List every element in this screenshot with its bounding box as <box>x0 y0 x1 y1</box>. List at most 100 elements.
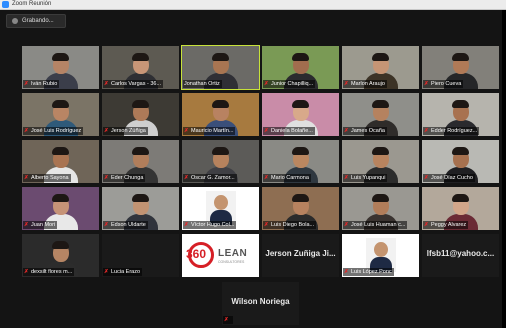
participant-name-label: ✗ Peggy Alvarez <box>423 221 469 229</box>
person-hair <box>52 53 69 61</box>
participant-name: Carlos Vargas - 36... <box>111 81 162 87</box>
person-hair <box>292 53 309 61</box>
participant-tile[interactable]: ✗ James Ocaña <box>342 93 419 136</box>
profile-photo <box>205 191 236 225</box>
participant-tile[interactable]: ✗ Marlon Araujo <box>342 46 419 89</box>
person-hair <box>292 194 309 202</box>
person-hair <box>372 194 389 202</box>
muted-mic-icon: ✗ <box>24 128 29 134</box>
participant-tile[interactable]: ✗ Luis López Ponc <box>342 234 419 277</box>
participant-name-label: ✗ Daniela Bolañe... <box>263 127 315 135</box>
muted-mic-icon: ✗ <box>24 175 29 181</box>
participant-tile[interactable]: ✗ Edder Rodríguez... <box>422 93 499 136</box>
participant-tile[interactable]: ✗ Víctor Hugo Col... <box>182 187 259 230</box>
window-titlebar: Zoom Reunión <box>0 0 506 10</box>
participant-tile[interactable]: ✗ Junior Chapilliq... <box>262 46 339 89</box>
participant-tile[interactable]: ✗ Daniela Bolañe... <box>262 93 339 136</box>
logo-word: LEAN <box>218 248 248 259</box>
participant-tile[interactable]: ✗ Mauricio Martín... <box>182 93 259 136</box>
participant-name: José Díaz Cucho <box>431 175 473 181</box>
participant-name: Jonathan Ortiz <box>184 81 220 87</box>
participant-tile[interactable]: ✗ Mario Carmona <box>262 140 339 183</box>
participant-display-name: Wilson Noriega <box>231 297 290 306</box>
participant-tile[interactable]: ✗ Edson Uldarte <box>102 187 179 230</box>
muted-mic-icon: ✗ <box>264 222 269 228</box>
muted-mic-icon: ✗ <box>184 222 189 228</box>
participant-name: Jerson Zúñiga <box>111 128 146 134</box>
muted-mic-icon: ✗ <box>224 317 229 323</box>
participant-name: Mario Carmona <box>271 175 309 181</box>
participant-tile[interactable]: Jonathan Ortiz <box>181 45 260 90</box>
participant-name-label: ✗ Mauricio Martín... <box>183 127 236 135</box>
recording-indicator[interactable]: Grabando... <box>6 14 66 28</box>
participant-tile[interactable]: ✗ José Luis Rodríguez <box>22 93 99 136</box>
recording-label: Grabando... <box>22 18 54 24</box>
muted-mic-icon: ✗ <box>24 222 29 228</box>
muted-mic-icon: ✗ <box>344 175 349 181</box>
participant-name: Alberto Sayona <box>31 175 69 181</box>
person-hair <box>132 194 149 202</box>
participant-tile[interactable]: 360 LEAN CONSULTORES <box>182 234 259 277</box>
recording-dot-icon <box>12 18 18 24</box>
participant-tile[interactable]: ✗ dexsilt flores m... <box>22 234 99 277</box>
participant-tile[interactable]: Wilson Noriega ✗ <box>222 282 299 325</box>
participant-tile[interactable]: lfsb11@yahoo.c... <box>422 234 499 277</box>
participant-name-label: ✗ Junior Chapilliq... <box>263 80 316 88</box>
participant-tile[interactable]: ✗ Carlos Vargas - 36... <box>102 46 179 89</box>
person-hair <box>452 100 469 108</box>
participant-name-label: ✗ Alberto Sayona <box>23 174 71 182</box>
participant-tile[interactable]: Jerson Zuñiga Ji... <box>262 234 339 277</box>
muted-mic-icon: ✗ <box>344 222 349 228</box>
participant-name-label: ✗ José Díaz Cucho <box>423 174 475 182</box>
participant-name-label: ✗ Edder Rodríguez... <box>423 127 480 135</box>
muted-mic-icon: ✗ <box>264 175 269 181</box>
participant-display-name: Jerson Zuñiga Ji... <box>265 249 336 258</box>
muted-mic-icon: ✗ <box>344 81 349 87</box>
participant-name: Piero Cueva <box>431 81 462 87</box>
person-hair <box>212 147 229 155</box>
participant-name-label: ✗ Carlos Vargas - 36... <box>103 80 164 88</box>
participant-name: Luis Diego Bola... <box>271 222 315 228</box>
participant-name: Luis Yupanqui <box>351 175 386 181</box>
window-edge <box>502 10 506 328</box>
participant-name: Víctor Hugo Col... <box>191 222 235 228</box>
participant-name: James Ocaña <box>351 128 385 134</box>
participant-display-name: lfsb11@yahoo.c... <box>426 249 495 258</box>
participant-name: dexsilt flores m... <box>31 269 73 275</box>
participant-tile[interactable]: ✗ Piero Cueva <box>422 46 499 89</box>
participant-tile[interactable]: ✗ Peggy Alvarez <box>422 187 499 230</box>
participant-tile[interactable]: ✗ Oscar G. Zamor... <box>182 140 259 183</box>
participant-name: Edder Rodríguez... <box>431 128 478 134</box>
person-hair <box>52 241 69 249</box>
person-hair <box>372 53 389 61</box>
participant-tile[interactable]: ✗ José Luis Huaman c... <box>342 187 419 230</box>
muted-mic-icon: ✗ <box>424 128 429 134</box>
participant-name-label: ✗ Jerson Zúñiga <box>103 127 148 135</box>
participant-name-label: ✗ José Luis Rodríguez <box>23 127 84 135</box>
participant-tile[interactable]: ✗ Juan Mori <box>22 187 99 230</box>
person-hair <box>212 53 229 61</box>
participant-tile[interactable]: ✗ José Díaz Cucho <box>422 140 499 183</box>
participant-tile[interactable]: ✗ Jerson Zúñiga <box>102 93 179 136</box>
person-hair <box>372 147 389 155</box>
participant-tile[interactable]: ✗ Luis Yupanqui <box>342 140 419 183</box>
participant-tile[interactable]: ✗ Eder Chunga <box>102 140 179 183</box>
participant-name-label: ✗ José Luis Huaman c... <box>343 221 408 229</box>
person-hair <box>452 147 469 155</box>
participant-name: Juan Mori <box>31 222 56 228</box>
participant-name: Oscar G. Zamor... <box>191 175 235 181</box>
participant-name: Daniela Bolañe... <box>271 128 313 134</box>
person-hair <box>132 53 149 61</box>
participant-name-label: Jonathan Ortiz <box>183 80 222 88</box>
participant-tile[interactable]: ✗ Lucia Erazo <box>102 234 179 277</box>
person-hair <box>292 147 309 155</box>
participant-name: José Luis Huaman c... <box>351 222 406 228</box>
participant-tile[interactable]: ✗ Alberto Sayona <box>22 140 99 183</box>
participant-name-label: ✗ Edson Uldarte <box>103 221 148 229</box>
participant-tile[interactable]: ✗ Luis Diego Bola... <box>262 187 339 230</box>
participant-name: José Luis Rodríguez <box>31 128 82 134</box>
participant-tile[interactable]: ✗ Iván Rubio <box>22 46 99 89</box>
muted-mic-icon: ✗ <box>344 269 349 275</box>
participant-name-label: ✗ dexsilt flores m... <box>23 268 75 276</box>
participant-name: Junior Chapilliq... <box>271 81 314 87</box>
